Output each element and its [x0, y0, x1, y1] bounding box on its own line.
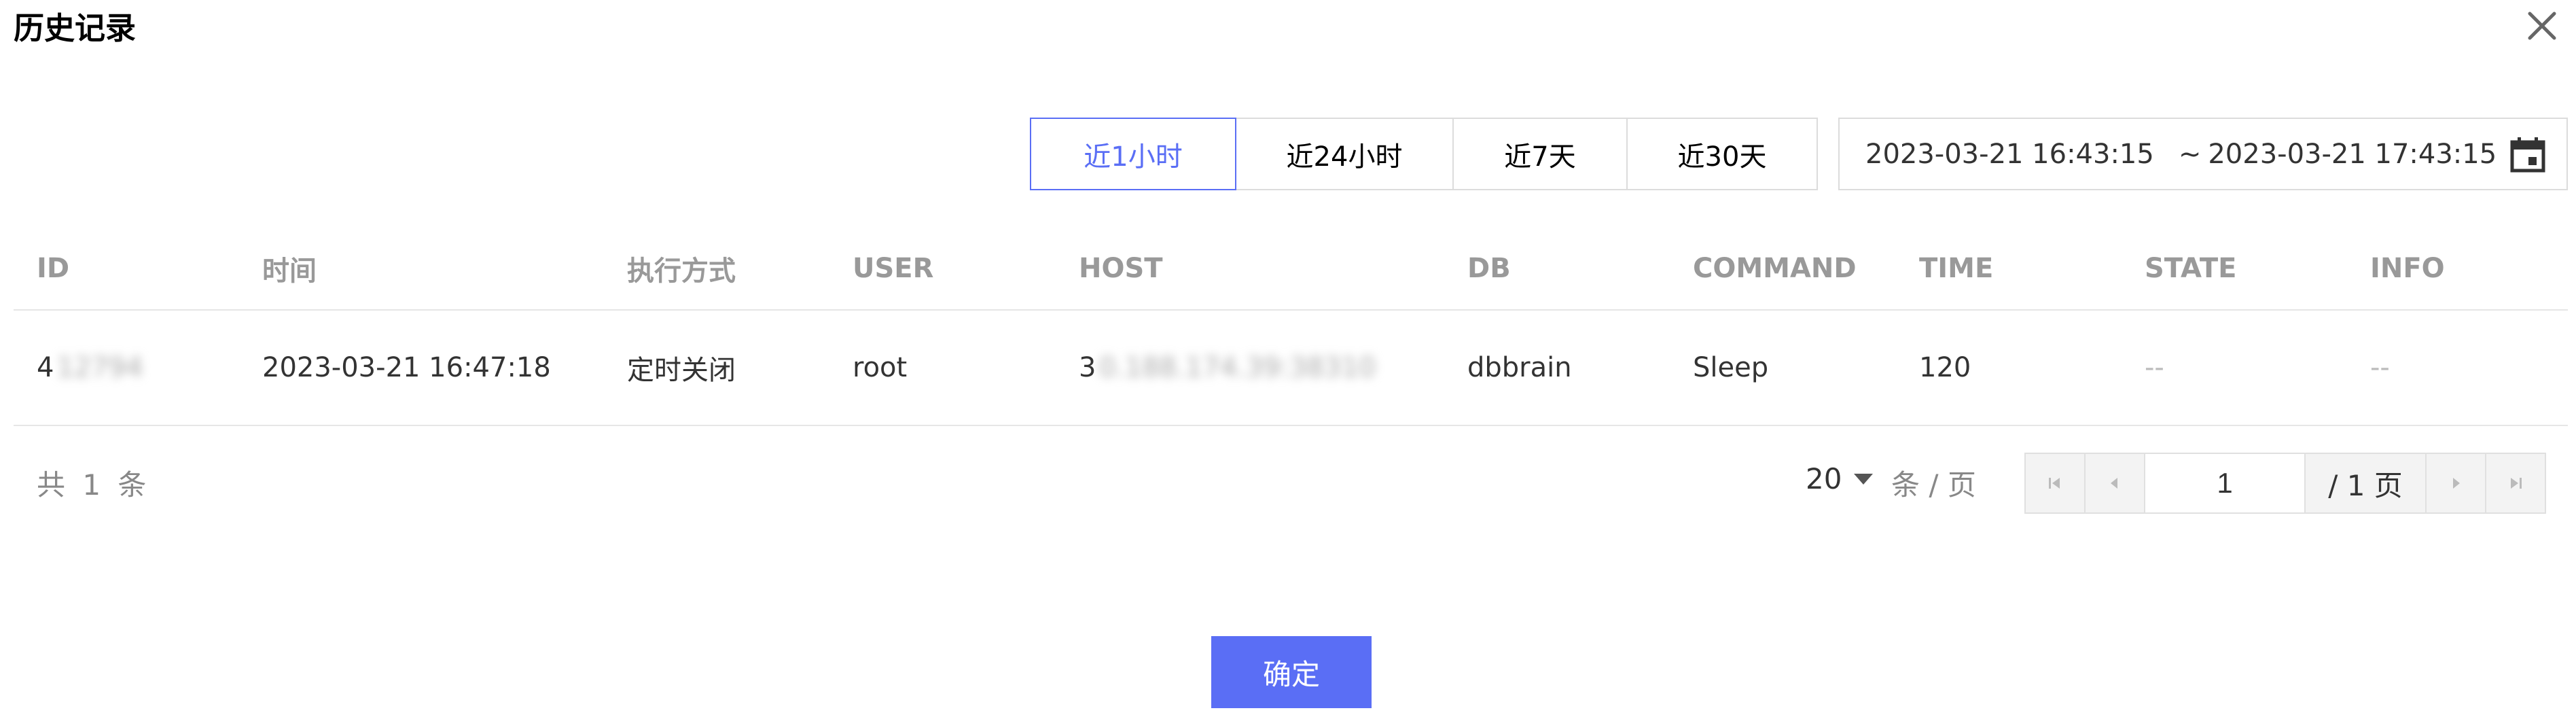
- cell-time: 2023-03-21 16:47:18: [262, 352, 551, 383]
- cell-host: 3 0.188.174.39:38310: [1079, 311, 1376, 425]
- history-table: ID 时间 执行方式 USER HOST DB COMMAND TIME STA…: [14, 228, 2568, 426]
- id-visible-text: 4: [37, 352, 54, 383]
- header-exec-mode: 执行方式: [627, 256, 736, 287]
- dialog-title: 历史记录: [14, 10, 137, 46]
- header-time: 时间: [262, 256, 317, 287]
- next-page-icon: [2453, 478, 2460, 489]
- cell-time-sec: 120: [1919, 352, 1971, 383]
- id-redacted: 12794: [56, 352, 143, 383]
- header-info: INFO: [2370, 253, 2445, 284]
- total-count: 共 1 条: [37, 468, 151, 502]
- cell-db: dbbrain: [1467, 352, 1572, 383]
- header-host: HOST: [1079, 253, 1163, 284]
- prev-page-icon: [2111, 478, 2117, 489]
- close-icon[interactable]: [2522, 5, 2562, 46]
- tab-last-7-days[interactable]: 近7天: [1452, 118, 1628, 190]
- page-size-value: 20: [1806, 462, 1842, 495]
- total-pages: / 1 页: [2304, 453, 2427, 514]
- tab-last-24-hours[interactable]: 近24小时: [1235, 118, 1454, 190]
- cell-state: --: [2145, 352, 2164, 383]
- cell-exec-mode: 定时关闭: [627, 355, 736, 386]
- tab-last-1-hour[interactable]: 近1小时: [1030, 118, 1236, 190]
- header-command: COMMAND: [1693, 253, 1857, 284]
- date-range-start: 2023-03-21 16:43:15: [1865, 138, 2154, 170]
- caret-down-icon: [1854, 473, 1874, 485]
- time-range-tabs: 近1小时 近24小时 近7天 近30天: [1030, 118, 1818, 190]
- table-header: ID 时间 执行方式 USER HOST DB COMMAND TIME STA…: [14, 228, 2568, 311]
- host-redacted: 0.188.174.39:38310: [1098, 352, 1376, 383]
- cell-user: root: [853, 352, 908, 383]
- tab-last-30-days[interactable]: 近30天: [1626, 118, 1818, 190]
- date-range-picker[interactable]: 2023-03-21 16:43:15 ~ 2023-03-21 17:43:1…: [1838, 118, 2568, 190]
- host-visible-text: 3: [1079, 352, 1096, 383]
- header-time-sec: TIME: [1919, 253, 1994, 284]
- header-id: ID: [37, 253, 70, 284]
- last-page-icon: [2511, 478, 2522, 489]
- header-user: USER: [853, 253, 934, 284]
- next-page-button[interactable]: [2425, 453, 2486, 514]
- cell-info: --: [2370, 352, 2390, 383]
- per-page-label: 条 / 页: [1891, 468, 1976, 502]
- date-range-separator: ~: [2178, 138, 2202, 170]
- prev-page-button[interactable]: [2084, 453, 2145, 514]
- header-state: STATE: [2145, 253, 2237, 284]
- first-page-icon: [2049, 478, 2060, 489]
- cell-id: 4 12794: [37, 311, 143, 425]
- table-row: 4 12794 2023-03-21 16:47:18 定时关闭 root 3 0.…: [14, 311, 2568, 426]
- pager: / 1 页: [2024, 453, 2546, 514]
- last-page-button[interactable]: [2485, 453, 2546, 514]
- cell-command: Sleep: [1693, 352, 1769, 383]
- header-db: DB: [1467, 253, 1511, 284]
- first-page-button[interactable]: [2024, 453, 2086, 514]
- calendar-icon[interactable]: [2509, 137, 2546, 173]
- current-page-input[interactable]: [2144, 453, 2306, 514]
- page-size-select[interactable]: 20: [1806, 462, 1874, 495]
- confirm-button[interactable]: 确定: [1211, 636, 1372, 708]
- date-range-end: 2023-03-21 17:43:15: [2208, 138, 2497, 170]
